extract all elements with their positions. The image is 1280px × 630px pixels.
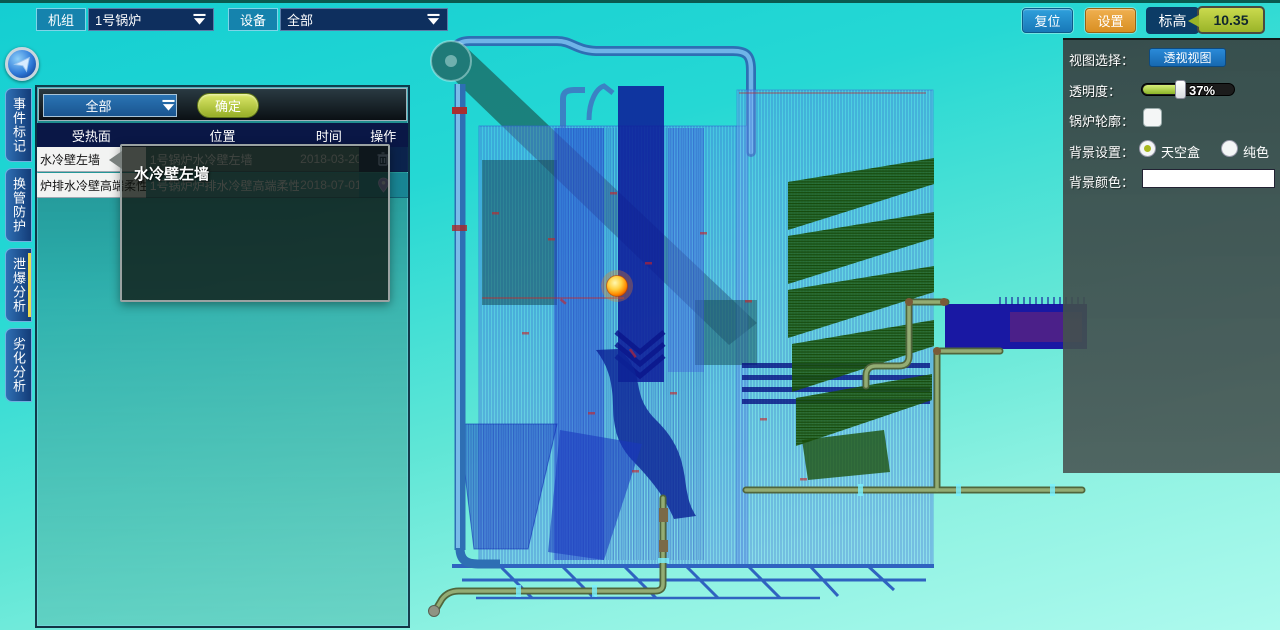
- back-button[interactable]: [5, 47, 39, 81]
- device-dropdown[interactable]: 全部: [280, 8, 448, 31]
- perspective-view-button[interactable]: 透视视图: [1149, 48, 1226, 67]
- sidebar-tab-explosion-analysis[interactable]: 泄爆分析: [5, 248, 32, 322]
- confirm-button[interactable]: 确定: [197, 93, 259, 118]
- radio-selected-dot: [1144, 145, 1151, 152]
- sidebar-tab-tube-protection[interactable]: 换管防护: [5, 168, 32, 242]
- skybox-radio[interactable]: [1139, 140, 1156, 157]
- device-label: 设备: [228, 8, 278, 31]
- unit-dropdown-value: 1号锅炉: [95, 10, 141, 29]
- elevation-value: 10.35: [1213, 12, 1248, 28]
- opacity-value: 37%: [1189, 83, 1215, 98]
- boiler-outline-checkbox[interactable]: [1143, 108, 1162, 127]
- badge-notch: [1188, 15, 1199, 27]
- view-settings-panel: 视图选择： 透视视图 透明度： 37% 锅炉轮廓： 背景设置： 天空盒 纯色 背…: [1063, 38, 1280, 473]
- panel-filter-bar: 全部 确定: [38, 88, 407, 121]
- event-marker-orb[interactable]: [601, 270, 633, 302]
- unit-label: 机组: [36, 8, 86, 31]
- sidebar-tab-degradation-analysis[interactable]: 劣化分析: [5, 328, 32, 402]
- surface-tooltip: 水冷壁左墙: [120, 144, 390, 302]
- device-dropdown-value: 全部: [287, 10, 313, 29]
- tooltip-arrow: [109, 151, 122, 169]
- boiler-outline-label: 锅炉轮廓：: [1069, 111, 1134, 130]
- elevation-value-badge: 10.35: [1197, 6, 1265, 34]
- background-color-swatch[interactable]: [1142, 169, 1275, 188]
- back-arrow-icon: [11, 53, 33, 75]
- reset-button[interactable]: 复位: [1022, 8, 1073, 33]
- background-setting-label: 背景设置：: [1069, 142, 1134, 161]
- view-select-label: 视图选择：: [1069, 50, 1134, 69]
- solid-color-radio[interactable]: [1221, 140, 1238, 157]
- opacity-label: 透明度：: [1069, 81, 1121, 100]
- dropdown-arrow-icon: [161, 99, 176, 112]
- settings-button[interactable]: 设置: [1085, 8, 1136, 33]
- background-color-label: 背景颜色：: [1069, 172, 1134, 191]
- opacity-slider[interactable]: 37%: [1141, 83, 1235, 96]
- opacity-slider-handle[interactable]: [1175, 80, 1186, 99]
- dropdown-arrow-icon: [192, 13, 207, 26]
- tooltip-text: 水冷壁左墙: [134, 163, 209, 184]
- surface-filter-dropdown[interactable]: 全部: [43, 94, 177, 117]
- solid-color-radio-label[interactable]: 纯色: [1243, 142, 1269, 161]
- heating-surface-panel: 全部 确定 受热面 位置 时间 操作 水冷壁左墙 1号锅炉水冷壁左墙 2018-…: [35, 85, 410, 628]
- app-window: 机组 1号锅炉 设备 全部 复位 设置 标高 10.35 事件标记 换管防护 泄…: [0, 0, 1280, 630]
- dropdown-arrow-icon: [426, 13, 441, 26]
- unit-dropdown[interactable]: 1号锅炉: [88, 8, 214, 31]
- skybox-radio-label[interactable]: 天空盒: [1161, 142, 1200, 161]
- surface-filter-value: 全部: [44, 96, 153, 115]
- opacity-slider-fill: [1143, 85, 1177, 94]
- sidebar-tab-event-mark[interactable]: 事件标记: [5, 88, 32, 162]
